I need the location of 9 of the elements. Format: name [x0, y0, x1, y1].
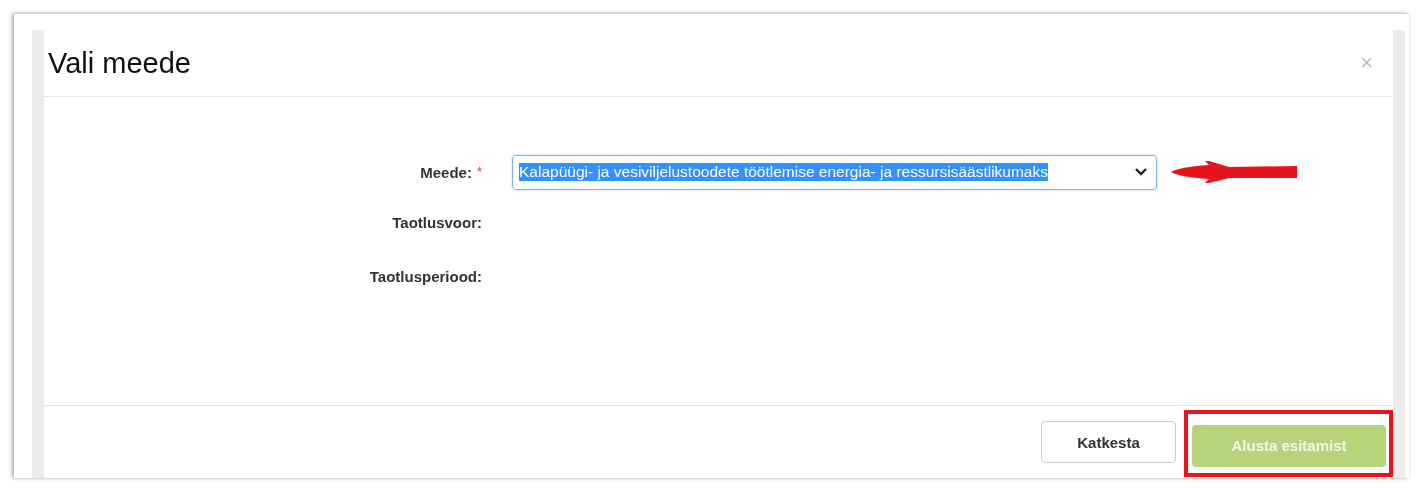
field-label: Taotlusvoor:: [392, 213, 482, 231]
close-button[interactable]: ×: [1360, 50, 1373, 76]
measure-select[interactable]: Kalapüügi- ja vesiviljelustoodete töötlemise energia- ja ressursisäästlikumaks: [512, 154, 1157, 190]
required-mark: *: [476, 163, 482, 179]
dialog-title: Vali meede: [48, 46, 191, 80]
field-label: Meede:: [420, 163, 472, 181]
chevron-down-icon: [1134, 167, 1148, 177]
cancel-button[interactable]: Katkesta: [1041, 421, 1176, 463]
field-label: Taotlusperiood:: [369, 267, 482, 285]
